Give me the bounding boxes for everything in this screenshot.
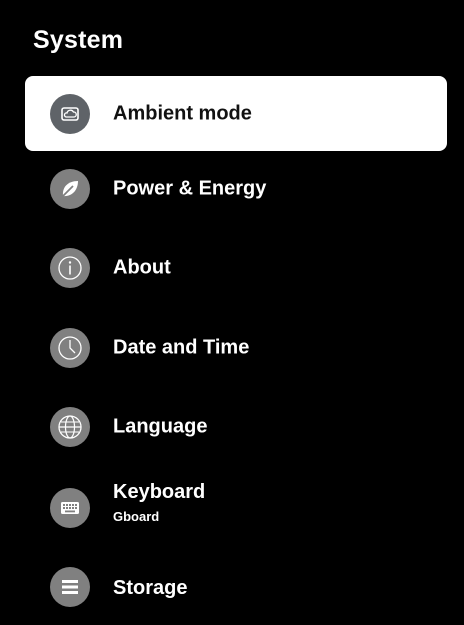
menu-item-label: Keyboard — [113, 481, 206, 503]
leaf-icon — [50, 168, 90, 209]
keyboard-icon — [50, 487, 90, 528]
menu-item-label: Storage — [113, 577, 188, 599]
menu-item-label: Language — [113, 415, 208, 437]
menu-item-keyboard[interactable]: Keyboard Gboard — [25, 470, 447, 545]
menu-item-label: About — [113, 256, 171, 278]
globe-icon — [50, 406, 90, 447]
info-icon — [50, 247, 90, 288]
page-title: System — [33, 26, 124, 54]
menu-item-about[interactable]: About — [25, 230, 447, 305]
menu-item-label: Ambient mode — [113, 102, 252, 124]
storage-icon — [50, 567, 90, 607]
menu-item-ambient-mode[interactable]: Ambient mode — [25, 76, 447, 151]
clock-icon — [50, 327, 90, 368]
menu-item-label: Power & Energy — [113, 177, 267, 199]
menu-item-language[interactable]: Language — [25, 389, 447, 464]
menu-item-power-energy[interactable]: Power & Energy — [25, 151, 447, 226]
menu-item-date-time[interactable]: Date and Time — [25, 310, 447, 385]
ambient-icon — [50, 93, 90, 134]
menu-item-label: Date and Time — [113, 336, 250, 358]
menu-item-sublabel: Gboard — [113, 509, 160, 524]
